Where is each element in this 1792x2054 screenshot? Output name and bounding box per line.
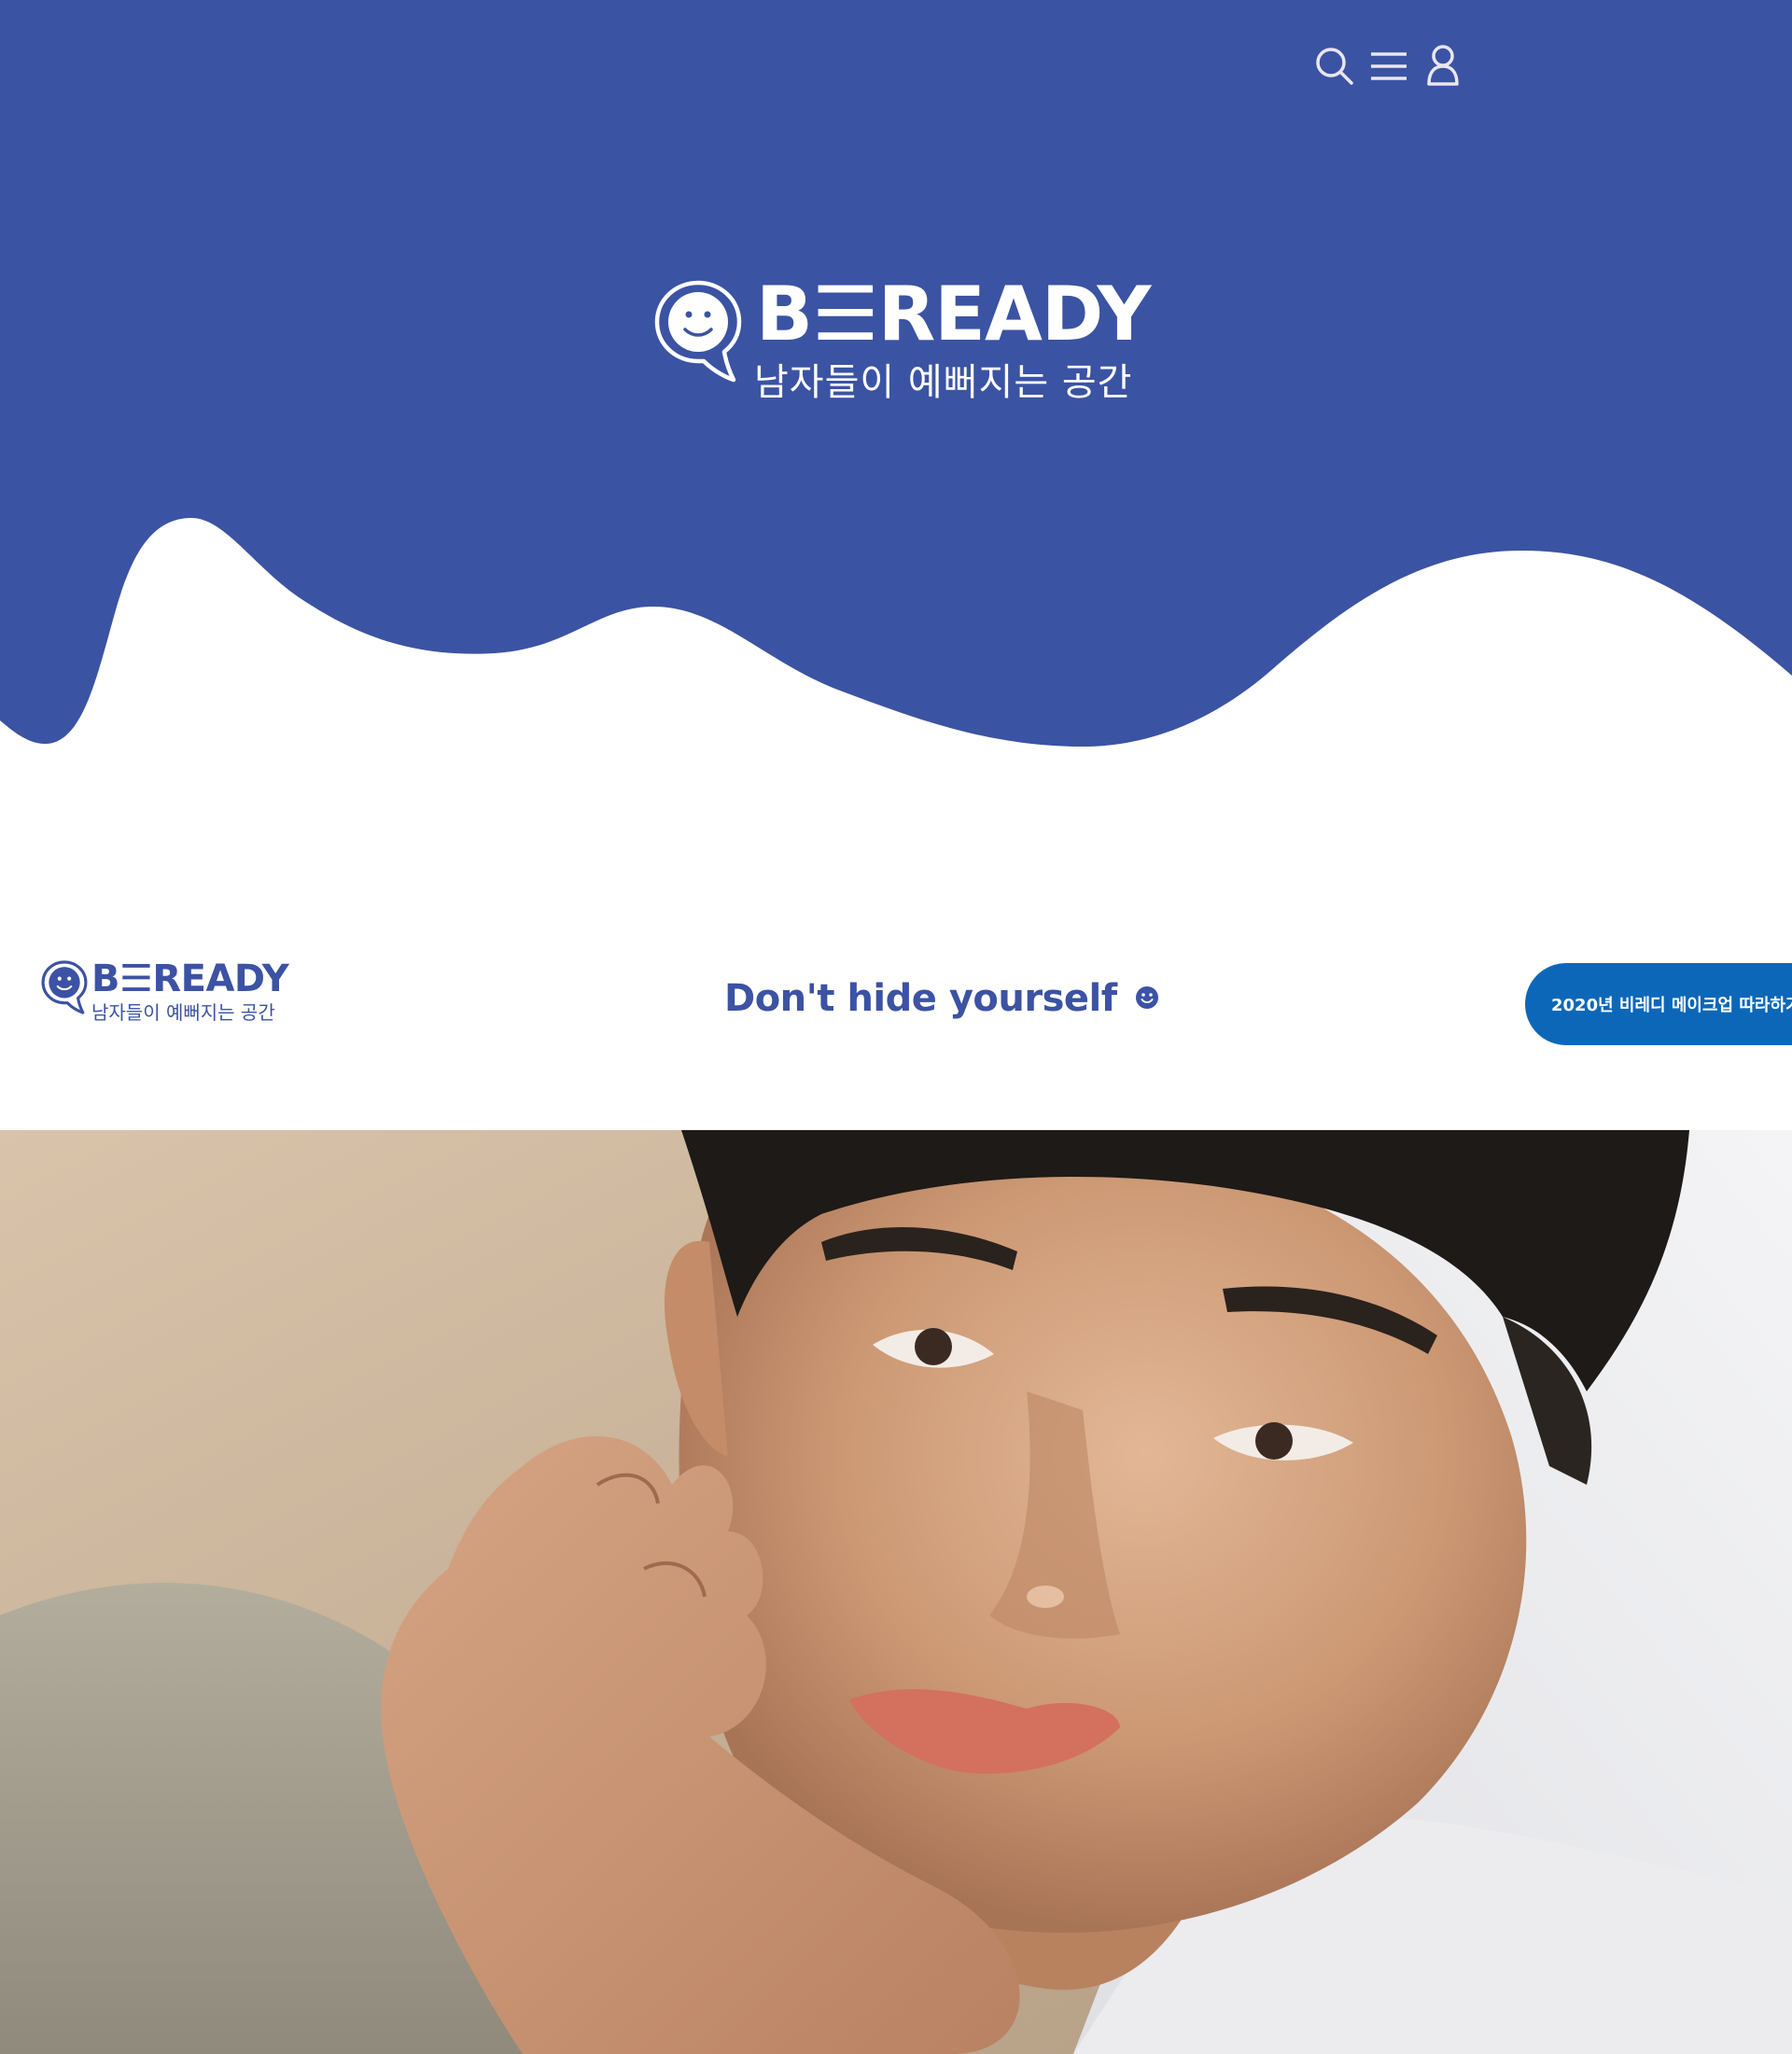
smiley-mascot-icon [41, 960, 88, 1014]
hero-brand-wordmark: B☰READY [756, 271, 1151, 357]
hero-logo: B☰READY 남자들이 예뻐지는 공간 [653, 271, 1151, 415]
search-icon[interactable] [1311, 43, 1358, 90]
makeup-tutorial-button[interactable]: 2020년 비레디 메이크업 따라하기 [1525, 963, 1792, 1045]
navbar: B☰READY 남자들이 예뻐지는 공간 Don't hide yourself… [0, 933, 1792, 1073]
slogan-text: Don't hide yourself [724, 977, 1117, 1020]
page: B☰READY 남자들이 예뻐지는 공간 B☰READY 남자들이 예뻐지는 공… [0, 0, 1792, 2054]
hero-photo [0, 1130, 1792, 2054]
menu-icon[interactable] [1365, 43, 1412, 90]
slogan: Don't hide yourself [724, 972, 1159, 1025]
nav-tagline: 남자들이 예뻐지는 공간 [91, 1001, 275, 1024]
hero-section: B☰READY 남자들이 예뻐지는 공간 [0, 0, 1792, 765]
smiley-icon [1136, 986, 1159, 1009]
user-icon[interactable] [1420, 43, 1466, 90]
hero-tagline: 남자들이 예뻐지는 공간 [754, 361, 1133, 404]
nav-brand-wordmark: B☰READY [91, 957, 289, 1000]
nav-logo[interactable]: B☰READY 남자들이 예뻐지는 공간 [41, 957, 321, 1034]
smiley-mascot-icon [654, 280, 742, 383]
header-icon-group [1311, 43, 1474, 90]
portrait-image [0, 1130, 1792, 2054]
